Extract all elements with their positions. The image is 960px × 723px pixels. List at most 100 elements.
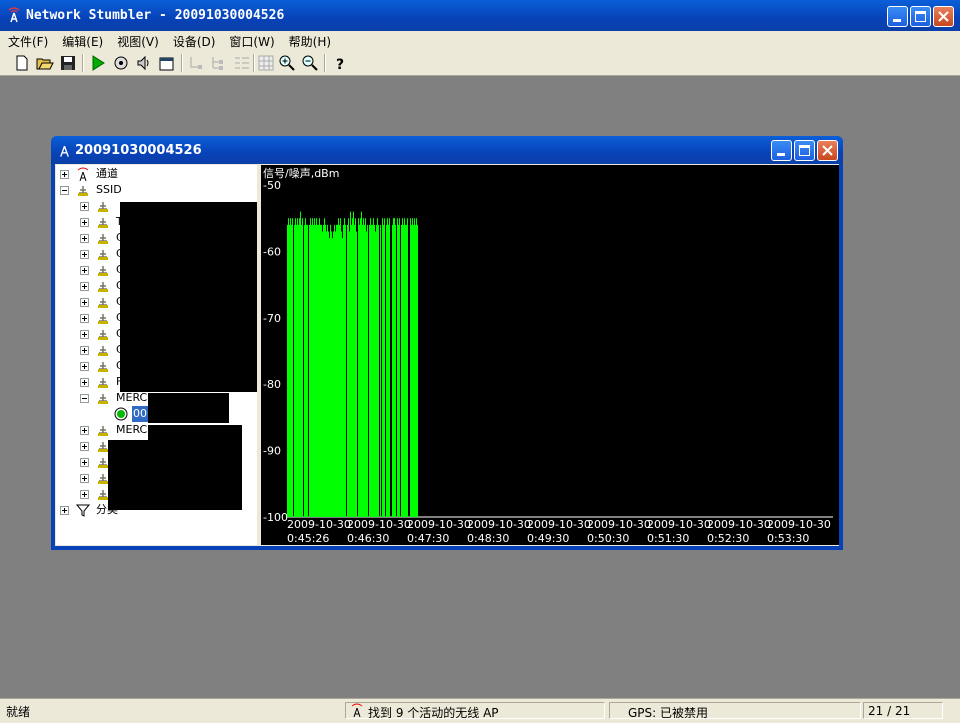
ssid-icon xyxy=(98,394,108,404)
chart-bar xyxy=(333,231,334,517)
menu-file[interactable]: 文件(F) xyxy=(0,31,54,51)
chart-bar xyxy=(359,224,360,517)
chart-bar xyxy=(392,224,393,517)
chart-bar xyxy=(349,231,350,517)
tree-icon-3[interactable] xyxy=(232,53,252,73)
chart-bar xyxy=(296,224,297,517)
chart-bar xyxy=(355,218,356,517)
chart-bar xyxy=(304,224,305,517)
menu-window[interactable]: 窗口(W) xyxy=(221,31,280,51)
chart-bar xyxy=(370,218,371,517)
chart-bar xyxy=(305,218,306,517)
minimize-button[interactable] xyxy=(887,6,908,27)
menu-help[interactable]: 帮助(H) xyxy=(281,31,337,51)
chart-bar xyxy=(387,218,388,517)
chart-xtick-date: 2009-10-30 xyxy=(347,518,411,531)
signal-chart-svg: 信号/噪声,dBm-50-60-70-80-90-1002009-10-300:… xyxy=(261,165,839,545)
close-button[interactable] xyxy=(933,6,954,27)
tree-channels-label: 通道 xyxy=(96,167,118,180)
chart-bar xyxy=(372,224,373,517)
doc-close-button[interactable] xyxy=(817,140,838,161)
help-icon[interactable]: ? xyxy=(330,53,350,73)
status-count-panel: 21 / 21 xyxy=(863,702,943,719)
chart-bar xyxy=(378,224,379,517)
chart-xtick-date: 2009-10-30 xyxy=(767,518,831,531)
chart-xtick-date: 2009-10-30 xyxy=(467,518,531,531)
chart-bar xyxy=(358,218,359,517)
tree-view[interactable]: 通道 SSID TCCCCCCCCCFMERC00MERC 分类 xyxy=(56,165,257,545)
tree-ssid-item-label: MERC xyxy=(116,391,148,404)
play-icon[interactable] xyxy=(88,53,108,73)
chart-bar xyxy=(415,224,416,517)
menu-device[interactable]: 设备(D) xyxy=(165,31,222,51)
tree-ssid[interactable]: SSID xyxy=(56,182,256,198)
chart-bar xyxy=(334,224,335,517)
chart-bar xyxy=(317,224,318,517)
chart-bar xyxy=(363,218,364,517)
chart-bar xyxy=(339,224,340,517)
chart-bar xyxy=(364,224,365,517)
chart-bar xyxy=(375,231,376,517)
chart-ytick-label: -50 xyxy=(263,179,281,192)
chart-bar xyxy=(298,224,299,517)
chart-bar xyxy=(345,224,346,517)
chart-xtick-time: 0:46:30 xyxy=(347,532,389,545)
chart-bar xyxy=(325,224,326,517)
tree-channels[interactable]: 通道 xyxy=(56,166,256,182)
redaction-mask xyxy=(148,393,229,423)
chart-xtick-date: 2009-10-30 xyxy=(407,518,471,531)
chart-xtick-time: 0:53:30 xyxy=(767,532,809,545)
properties-icon[interactable] xyxy=(157,53,177,73)
document-window: 20091030004526 通道 SSID TCCCCCCCCCFMERC00… xyxy=(51,136,843,550)
sound-icon[interactable] xyxy=(134,53,154,73)
new-icon[interactable] xyxy=(12,53,32,73)
chart-bar xyxy=(383,224,384,517)
ssid-icon xyxy=(98,298,108,308)
tree-ssid-item-label: MERC xyxy=(116,423,148,436)
chart-bar xyxy=(360,218,361,517)
chart-bar xyxy=(386,224,387,517)
chart-xtick-time: 0:52:30 xyxy=(707,532,749,545)
ap-signal-icon xyxy=(114,407,128,421)
tree-icon-2[interactable] xyxy=(209,53,229,73)
window-title: Network Stumbler - 20091030004526 xyxy=(26,8,285,23)
toolbar: ? xyxy=(0,51,960,76)
tree-icon-1[interactable] xyxy=(186,53,206,73)
doc-maximize-button[interactable] xyxy=(794,140,815,161)
chart-bar xyxy=(411,224,412,517)
ssid-icon xyxy=(98,218,108,228)
chart-bar xyxy=(313,224,314,517)
status-bar: 就绪 找到 9 个活动的无线 AP GPS: 已被禁用 21 / 21 xyxy=(0,698,960,723)
scan-settings-icon[interactable] xyxy=(111,53,131,73)
save-icon[interactable] xyxy=(58,53,78,73)
chart-bar xyxy=(365,218,366,517)
signal-chart: 信号/噪声,dBm -50 -60 -70 -80 -90 -100 2009-10-30 0:… xyxy=(261,165,839,545)
chart-bar xyxy=(399,218,400,517)
menu-view[interactable]: 视图(V) xyxy=(109,31,165,51)
chart-bar xyxy=(307,224,308,517)
menu-edit[interactable]: 编辑(E) xyxy=(54,31,109,51)
chart-xtick-time: 0:45:26 xyxy=(287,532,329,545)
minimize-icon xyxy=(888,7,907,26)
chart-ytick-label: -60 xyxy=(263,245,281,258)
svg-text:?: ? xyxy=(336,57,344,73)
grid-icon[interactable] xyxy=(256,53,276,73)
doc-minimize-button[interactable] xyxy=(771,140,792,161)
chart-bar xyxy=(327,224,328,517)
chart-xtick-time: 0:47:30 xyxy=(407,532,449,545)
chart-bar xyxy=(394,218,395,517)
chart-bar xyxy=(330,224,331,517)
chart-bar xyxy=(374,224,375,517)
chart-bar xyxy=(315,224,316,517)
maximize-button[interactable] xyxy=(910,6,931,27)
zoom-in-icon[interactable] xyxy=(277,53,297,73)
zoom-out-icon[interactable] xyxy=(300,53,320,73)
chart-bar xyxy=(406,224,407,517)
network-stumbler-icon xyxy=(60,146,69,157)
chart-bar xyxy=(287,224,288,517)
chart-bar xyxy=(361,211,362,517)
open-icon[interactable] xyxy=(35,53,55,73)
chart-bar xyxy=(395,224,396,517)
chart-xtick-date: 2009-10-30 xyxy=(587,518,651,531)
chart-xtick-date: 2009-10-30 xyxy=(527,518,591,531)
